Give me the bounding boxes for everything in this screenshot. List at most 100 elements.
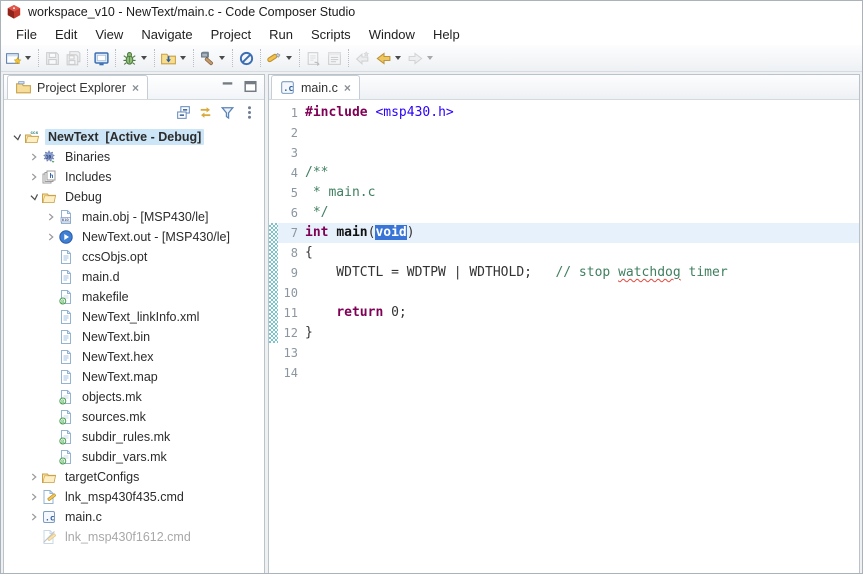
maximize-button[interactable] [240,76,260,96]
tree-item[interactable]: h Includes [4,167,264,187]
code-line[interactable]: 1 #include <msp430.h> [269,103,859,123]
range-indicator[interactable] [269,243,278,263]
tree-item-label[interactable]: NewText.out - [MSP430/le] [79,229,233,245]
console-button[interactable] [91,47,112,69]
line-number[interactable]: 8 [278,243,305,263]
annotation-ruler[interactable] [269,163,278,183]
tree-item-label[interactable]: NewText.hex [79,349,157,365]
code-line[interactable]: 9 WDTCTL = WDTPW | WDTHOLD; // stop watc… [269,263,859,283]
line-number[interactable]: 10 [278,283,305,303]
editor-tab-main-c[interactable]: .c main.c × [271,75,360,99]
filter-button[interactable] [217,102,237,122]
code-text[interactable] [305,363,859,383]
tree-item-label[interactable]: objects.mk [79,389,145,405]
menu-help[interactable]: Help [424,25,469,44]
tree-item[interactable]: NewText.bin [4,327,264,347]
code-line[interactable]: 14 [269,363,859,383]
code-line[interactable]: 7 int main(void) [269,223,859,243]
tree-item-label[interactable]: lnk_msp430f435.cmd [62,489,187,505]
dropdown-arrow-icon[interactable] [141,56,147,60]
dropdown-arrow-icon[interactable] [395,56,401,60]
tree-item-label[interactable]: Debug [62,189,105,205]
dropdown-arrow-icon[interactable] [219,56,225,60]
line-number[interactable]: 5 [278,183,305,203]
code-text[interactable]: return 0; [305,303,859,323]
code-text[interactable]: #include <msp430.h> [305,103,859,123]
code-line[interactable]: 4/** [269,163,859,183]
collapse-all-button[interactable] [173,102,193,122]
code-line[interactable]: 10 [269,283,859,303]
tree-item[interactable]: main.d [4,267,264,287]
code-text[interactable] [305,283,859,303]
line-number[interactable]: 9 [278,263,305,283]
tree-item-label[interactable]: lnk_msp430f1612.cmd [62,529,194,545]
tree-item[interactable]: 010 main.obj - [MSP430/le] [4,207,264,227]
dropdown-arrow-icon[interactable] [25,56,31,60]
tree-item-label[interactable]: sources.mk [79,409,149,425]
annotation-ruler[interactable] [269,143,278,163]
range-indicator[interactable] [269,323,278,343]
project-explorer-tab[interactable]: Project Explorer × [7,75,148,99]
menu-project[interactable]: Project [202,25,260,44]
code-line[interactable]: 2 [269,123,859,143]
build-hammer-button[interactable] [197,47,229,69]
chevron-collapsed-icon[interactable] [44,230,58,244]
tree-item-label[interactable]: subdir_vars.mk [79,449,170,465]
tree-item-label[interactable]: Binaries [62,149,113,165]
menu-scripts[interactable]: Scripts [302,25,360,44]
menu-view[interactable]: View [86,25,132,44]
code-text[interactable]: { [305,243,859,263]
line-number[interactable]: 12 [278,323,305,343]
menu-run[interactable]: Run [260,25,302,44]
tree-item[interactable]: NewText_linkInfo.xml [4,307,264,327]
code-text[interactable]: WDTCTL = WDTPW | WDTHOLD; // stop watchd… [305,263,859,283]
code-text[interactable] [305,143,859,163]
tree-item[interactable]: @ sources.mk [4,407,264,427]
tree-item[interactable]: NewText.out - [MSP430/le] [4,227,264,247]
tree-item-label[interactable]: makefile [79,289,132,305]
menu-file[interactable]: File [7,25,46,44]
dropdown-arrow-icon[interactable] [286,56,292,60]
code-text[interactable]: * main.c [305,183,859,203]
tree-item[interactable]: ccsObjs.opt [4,247,264,267]
tree-item[interactable]: NewText.map [4,367,264,387]
tree-item[interactable]: @ objects.mk [4,387,264,407]
tree-item[interactable]: ccs NewText [Active - Debug] [4,127,264,147]
tree-item[interactable]: lnk_msp430f1612.cmd [4,527,264,547]
tree-item[interactable]: targetConfigs [4,467,264,487]
menu-navigate[interactable]: Navigate [132,25,201,44]
close-icon[interactable]: × [131,81,140,95]
tree-item-label[interactable]: NewText.bin [79,329,153,345]
code-line[interactable]: 8{ [269,243,859,263]
tree-item[interactable]: Debug [4,187,264,207]
menu-window[interactable]: Window [360,25,424,44]
code-area[interactable]: 1 #include <msp430.h> 2 3 4/** 5 * main.c 6 */… [269,100,859,573]
flash-tool-button[interactable] [264,47,296,69]
tree-item-label[interactable]: subdir_rules.mk [79,429,173,445]
prohibit-button[interactable] [236,47,257,69]
tree-item[interactable]: @ makefile [4,287,264,307]
tree-item-label[interactable]: main.d [79,269,123,285]
flash-folder-button[interactable] [158,47,190,69]
chevron-collapsed-icon[interactable] [27,170,41,184]
code-text[interactable]: } [305,323,859,343]
range-indicator[interactable] [269,283,278,303]
range-indicator[interactable] [269,303,278,323]
tree-item-label[interactable]: main.c [62,509,105,525]
line-number[interactable]: 3 [278,143,305,163]
tree-item[interactable]: NewText.hex [4,347,264,367]
tree-item-label[interactable]: targetConfigs [62,469,142,485]
tree-item-label[interactable]: Includes [62,169,115,185]
link-with-editor-button[interactable] [195,102,215,122]
line-number[interactable]: 13 [278,343,305,363]
chevron-collapsed-icon[interactable] [27,490,41,504]
back-button[interactable] [373,47,405,69]
code-line[interactable]: 13 [269,343,859,363]
chevron-collapsed-icon[interactable] [27,470,41,484]
line-number[interactable]: 2 [278,123,305,143]
chevron-collapsed-icon[interactable] [27,510,41,524]
close-icon[interactable]: × [343,81,352,95]
minimize-button[interactable] [217,76,237,96]
menu-edit[interactable]: Edit [46,25,86,44]
annotation-ruler[interactable] [269,203,278,223]
